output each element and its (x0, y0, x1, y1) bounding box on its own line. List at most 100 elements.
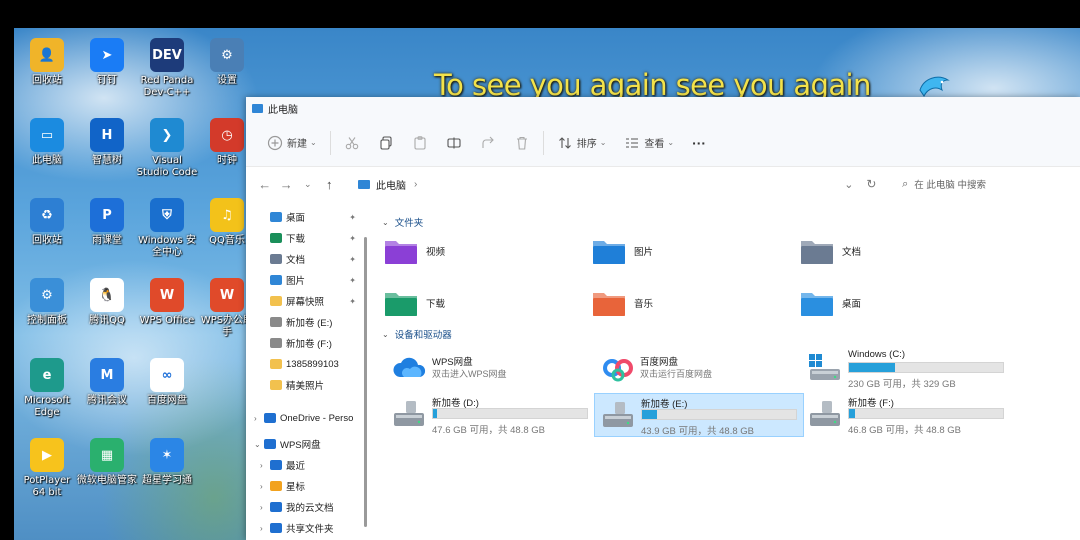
drive-name: Windows (C:) (848, 349, 906, 360)
sort-button[interactable]: 排序 ⌄ (548, 129, 616, 157)
drive-tile[interactable]: Windows (C:) 230 GB 可用，共 329 GB (808, 347, 1008, 391)
navigation-scrollbar[interactable] (364, 237, 367, 527)
delete-button[interactable] (505, 129, 539, 157)
recent-locations-button[interactable]: ⌄ (297, 172, 319, 196)
app-icon: P (90, 198, 124, 232)
chevron-right-icon[interactable]: › (260, 524, 270, 533)
desktop-shortcut[interactable]: ❯ Visual Studio Code (136, 118, 198, 179)
sidebar-item[interactable]: 桌面 ✦ (246, 207, 362, 227)
desktop-shortcut[interactable]: ⚙ 设置 (196, 38, 258, 87)
cloud-drive-tile[interactable]: 百度网盘 双击运行百度网盘 (600, 349, 800, 389)
folder-tile[interactable]: 文档 (800, 231, 990, 271)
sidebar-item[interactable]: 文档 ✦ (246, 249, 362, 269)
folder-tile[interactable]: 桌面 (800, 283, 990, 323)
cloud-drive-tile[interactable]: WPS网盘 双击进入WPS网盘 (392, 349, 592, 389)
toolbar-divider (329, 130, 331, 155)
sidebar-item[interactable]: 1385899103 (246, 354, 362, 374)
chevron-right-icon[interactable]: › (260, 503, 270, 512)
pin-icon: ✦ (349, 212, 356, 222)
desktop-shortcut[interactable]: DEV Red Panda Dev-C++ (136, 38, 198, 99)
desktop-shortcut[interactable]: 🐧 腾讯QQ (76, 278, 138, 327)
chevron-right-icon[interactable]: › (260, 482, 270, 491)
app-glyph: ▭ (40, 127, 54, 143)
desktop-shortcut-label: 智慧树 (92, 155, 122, 166)
folder-icon (270, 460, 282, 470)
sidebar-item[interactable]: ⌄ WPS网盘 (246, 434, 362, 454)
desktop-shortcut[interactable]: ▭ 此电脑 (16, 118, 78, 167)
up-button[interactable]: ↑ (319, 172, 341, 196)
drive-tile[interactable]: 新加卷 (D:) 47.6 GB 可用，共 48.8 GB (392, 393, 592, 437)
cloud-drive-description: 双击进入WPS网盘 (432, 369, 507, 379)
forward-button[interactable]: → (276, 172, 298, 196)
desktop-shortcut[interactable]: ⛨ Windows 安全中心 (136, 198, 198, 259)
copy-button[interactable] (369, 129, 403, 157)
desktop-shortcut-label: 钉钉 (97, 75, 117, 86)
desktop-shortcut[interactable]: ✶ 超星学习通 (136, 438, 198, 487)
desktop-shortcut[interactable]: ⚙ 控制面板 (16, 278, 78, 327)
navigation-pane: 桌面 ✦ 下载 ✦ 文档 ✦ 图片 ✦ 屏幕快照 ✦ 新加卷 (E:) 新加卷 (F:) 1385899… (246, 201, 366, 540)
desktop-shortcut[interactable]: W WPS Office (136, 278, 198, 327)
search-icon: ⌕ (902, 177, 909, 190)
desktop-shortcut[interactable]: H 智慧树 (76, 118, 138, 167)
sidebar-item[interactable]: › 共享文件夹 (246, 518, 362, 538)
drive-tile[interactable]: 新加卷 (E:) 43.9 GB 可用，共 48.8 GB (594, 393, 804, 437)
app-glyph: ❯ (161, 127, 173, 143)
view-button[interactable]: 查看 ⌄ (615, 129, 683, 157)
desktop-shortcut[interactable]: P 雨课堂 (76, 198, 138, 247)
cut-button[interactable] (335, 129, 369, 157)
hard-drive-icon (601, 400, 635, 430)
address-history-dropdown[interactable]: ⌄ (839, 178, 859, 191)
folder-tile[interactable]: 图片 (592, 231, 782, 271)
folder-tile[interactable]: 视频 (384, 231, 574, 271)
drive-tile[interactable]: 新加卷 (F:) 46.8 GB 可用，共 48.8 GB (808, 393, 1008, 437)
folders-group-header[interactable]: ⌄ 文件夹 (382, 215, 423, 230)
folder-tile[interactable]: 音乐 (592, 283, 782, 323)
folder-label: 音乐 (634, 299, 654, 310)
sidebar-item[interactable]: › 星标 (246, 476, 362, 496)
desktop-shortcut[interactable]: e Microsoft Edge (16, 358, 78, 419)
app-icon: ♻ (30, 198, 64, 232)
sidebar-item[interactable]: 屏幕快照 ✦ (246, 291, 362, 311)
sidebar-item[interactable]: 下载 ✦ (246, 228, 362, 248)
drive-usage-fill (642, 410, 658, 419)
devices-group-header[interactable]: ⌄ 设备和驱动器 (382, 327, 452, 342)
folder-label: 图片 (634, 247, 654, 258)
desktop-shortcut[interactable]: 👤 回收站 (16, 38, 78, 87)
desktop-shortcut[interactable]: ♻ 回收站 (16, 198, 78, 247)
folder-icon (270, 523, 282, 533)
more-options-button[interactable]: ··· (683, 129, 715, 157)
chevron-down-icon[interactable]: ⌄ (254, 440, 264, 449)
folder-tile[interactable]: 下载 (384, 283, 574, 323)
sidebar-item-label: 桌面 (286, 213, 306, 224)
sidebar-item[interactable]: › 我的云文档 (246, 497, 362, 517)
chevron-right-icon[interactable]: › (254, 414, 264, 423)
rename-button[interactable] (437, 129, 471, 157)
app-glyph: e (42, 367, 52, 383)
address-bar[interactable]: 此电脑 › (352, 172, 829, 196)
desktop-shortcut-label: 超星学习通 (142, 475, 192, 486)
refresh-button[interactable]: ↻ (859, 177, 884, 191)
sidebar-item-label: 新加卷 (F:) (286, 339, 332, 350)
desktop-shortcut-label: 微软电脑管家 (77, 475, 137, 486)
desktop-shortcut[interactable]: ▦ 微软电脑管家 (76, 438, 138, 487)
desktop-shortcut[interactable]: ➤ 钉钉 (76, 38, 138, 87)
share-button[interactable] (471, 129, 505, 157)
chevron-right-icon[interactable]: › (260, 461, 270, 470)
folder-icon (270, 359, 282, 369)
search-box[interactable]: ⌕ 在 此电脑 中搜索 (894, 172, 1080, 196)
sidebar-item[interactable]: 图片 ✦ (246, 270, 362, 290)
more-label: ··· (692, 134, 707, 151)
desktop-shortcut-label: Visual Studio Code (136, 155, 198, 178)
sidebar-item[interactable]: › 最近 (246, 455, 362, 475)
desktop-shortcut[interactable]: M 腾讯会议 (76, 358, 138, 407)
back-button[interactable]: ← (254, 172, 276, 196)
desktop-shortcut[interactable]: ∞ 百度网盘 (136, 358, 198, 407)
desktop-shortcut[interactable]: ▶ PotPlayer 64 bit (16, 438, 78, 499)
sidebar-item[interactable]: 新加卷 (F:) (246, 333, 362, 353)
sidebar-item[interactable]: 新加卷 (E:) (246, 312, 362, 332)
paste-button[interactable] (403, 129, 437, 157)
new-button[interactable]: 新建 ⌄ (258, 129, 326, 157)
rename-icon (447, 137, 461, 148)
sidebar-item[interactable]: 精美照片 (246, 375, 362, 395)
sidebar-item[interactable]: › OneDrive - Perso (246, 408, 362, 428)
